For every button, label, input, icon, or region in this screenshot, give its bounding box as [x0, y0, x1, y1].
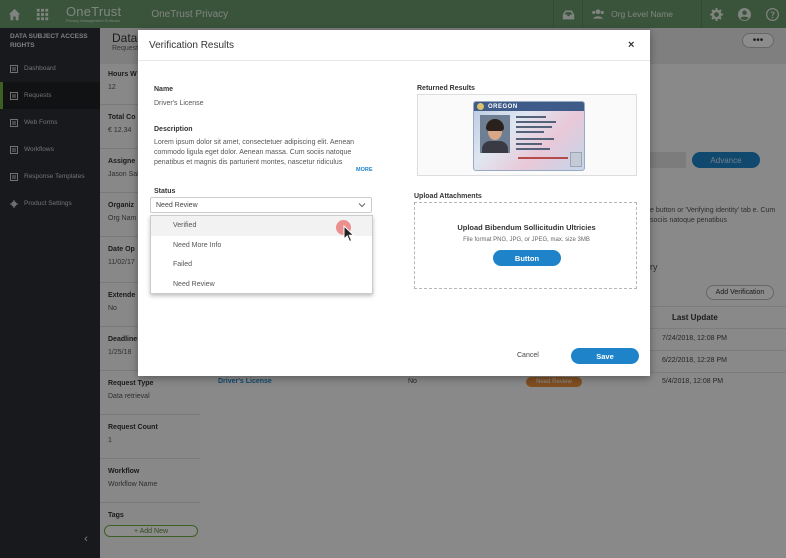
license-text-line	[516, 121, 556, 123]
license-signature-line	[518, 157, 568, 159]
status-label: Status	[154, 188, 176, 195]
chevron-down-icon	[358, 203, 366, 208]
license-header: OREGON	[474, 102, 584, 111]
close-button[interactable]: ×	[628, 39, 634, 51]
returned-results-label: Returned Results	[417, 85, 475, 92]
status-option-failed[interactable]: Failed	[151, 255, 372, 275]
name-label: Name	[154, 86, 174, 93]
license-text-line	[516, 148, 550, 150]
modal-title: Verification Results	[149, 40, 235, 51]
license-text-line	[516, 116, 546, 118]
cancel-button[interactable]: Cancel	[517, 352, 539, 359]
status-selected-value: Need Review	[156, 201, 198, 209]
name-value: Driver's License	[154, 100, 204, 107]
license-ghost-photo	[570, 152, 582, 167]
status-option-need-more-info[interactable]: Need More Info	[151, 236, 372, 256]
license-text-line	[516, 131, 544, 133]
license-text-line	[516, 138, 554, 140]
returned-results-panel: OREGON	[417, 94, 637, 176]
license-state: OREGON	[488, 103, 518, 110]
upload-hint: File format PNG, JPG, or JPEG, max. size…	[463, 237, 590, 243]
license-text-line	[516, 126, 552, 128]
close-icon: ×	[628, 39, 635, 51]
mouse-cursor-icon	[343, 225, 355, 243]
license-text-line	[516, 143, 542, 145]
upload-attachments-label: Upload Attachments	[414, 193, 482, 200]
photo-hair	[486, 119, 504, 131]
upload-button[interactable]: Button	[493, 250, 561, 266]
license-photo	[480, 115, 510, 153]
upload-dropzone[interactable]: Upload Bibendum Sollicitudin Ultricies F…	[414, 202, 637, 289]
status-option-need-review[interactable]: Need Review	[151, 275, 372, 295]
state-seal-icon	[477, 103, 484, 110]
description-value: Lorem ipsum dolor sit amet, consectetuer…	[154, 139, 354, 166]
upload-title: Upload Bibendum Sollicitudin Ultricies	[457, 223, 596, 232]
divider	[138, 60, 650, 61]
photo-body	[482, 141, 508, 153]
description-label: Description	[154, 126, 193, 133]
drivers-license-image[interactable]: OREGON	[473, 101, 585, 171]
more-link[interactable]: MORE	[356, 167, 373, 173]
save-button[interactable]: Save	[571, 348, 639, 364]
verification-results-modal: Verification Results × Name Driver's Lic…	[138, 30, 650, 376]
status-select[interactable]: Need Review	[150, 197, 372, 213]
